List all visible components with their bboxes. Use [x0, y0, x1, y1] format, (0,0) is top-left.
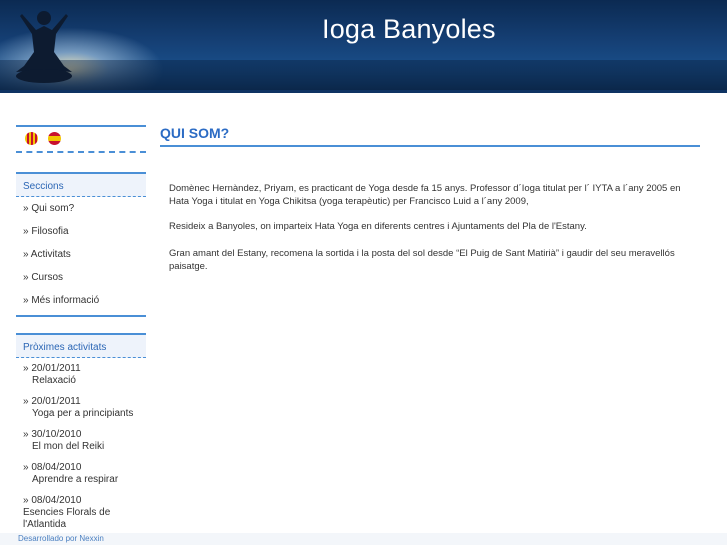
- language-selector: [16, 125, 146, 153]
- menu-item-qui-som[interactable]: » Qui som?: [16, 197, 146, 220]
- activity-date: » 30/10/2010: [23, 429, 82, 440]
- activity-item[interactable]: » 30/10/2010 El mon del Reiki: [16, 424, 146, 457]
- activities-title: Pròximes activitats: [16, 335, 146, 358]
- activities-panel: Pròximes activitats » 20/01/2011 Relaxac…: [16, 333, 146, 537]
- catalan-flag-icon[interactable]: [25, 132, 38, 145]
- activity-description: Relaxació: [32, 375, 76, 386]
- menu-item-mes-informacio[interactable]: » Més informació: [16, 289, 146, 315]
- site-header: Ioga Banyoles: [0, 0, 727, 90]
- activity-item[interactable]: » 08/04/2010 Esencies Florals de l'Atlan…: [16, 490, 146, 535]
- activity-date: » 20/01/2011: [23, 396, 81, 407]
- footer: Desarrollado por Nexxin: [0, 533, 727, 545]
- meditation-figure-icon: [16, 11, 72, 83]
- menu-item-activitats[interactable]: » Activitats: [16, 243, 146, 266]
- main-content: QUI SOM? Domènec Hernàndez, Priyam, es p…: [160, 125, 700, 273]
- sidebar: Seccions » Qui som? » Filosofia » Activi…: [16, 125, 146, 537]
- activity-description: El mon del Reiki: [32, 441, 105, 452]
- activity-date: » 20/01/2011: [23, 363, 81, 374]
- residence-paragraph: Resideix a Banyoles, on imparteix Hata Y…: [169, 221, 587, 232]
- landscape-band: [0, 60, 727, 90]
- menu-item-cursos[interactable]: » Cursos: [16, 266, 146, 289]
- sections-title: Seccions: [16, 174, 146, 197]
- activity-item[interactable]: » 20/01/2011 Relaxació: [16, 358, 146, 391]
- intro-paragraph: Domènec Hernàndez, Priyam, es practicant…: [169, 183, 681, 207]
- developer-credit-link[interactable]: Desarrollado por Nexxin: [18, 534, 104, 543]
- activity-date: » 08/04/2010: [23, 495, 82, 506]
- activity-item[interactable]: » 08/04/2010 Aprendre a respirar: [16, 457, 146, 490]
- lake-paragraph: Gran amant del Estany, recomena la sorti…: [169, 248, 675, 272]
- spain-flag-icon[interactable]: [48, 132, 61, 145]
- activity-date: » 08/04/2010: [23, 462, 82, 473]
- activity-description: Aprendre a respirar: [32, 474, 119, 485]
- page-title: QUI SOM?: [160, 125, 700, 147]
- site-title: Ioga Banyoles: [322, 14, 496, 44]
- activity-description: Yoga per a principiants: [32, 408, 134, 419]
- header-divider: [0, 90, 727, 93]
- activity-description: Esencies Florals de l'Atlantida: [23, 507, 111, 530]
- menu-item-filosofia[interactable]: » Filosofia: [16, 220, 146, 243]
- activity-item[interactable]: » 20/01/2011 Yoga per a principiants: [16, 391, 146, 424]
- sections-menu: Seccions » Qui som? » Filosofia » Activi…: [16, 172, 146, 317]
